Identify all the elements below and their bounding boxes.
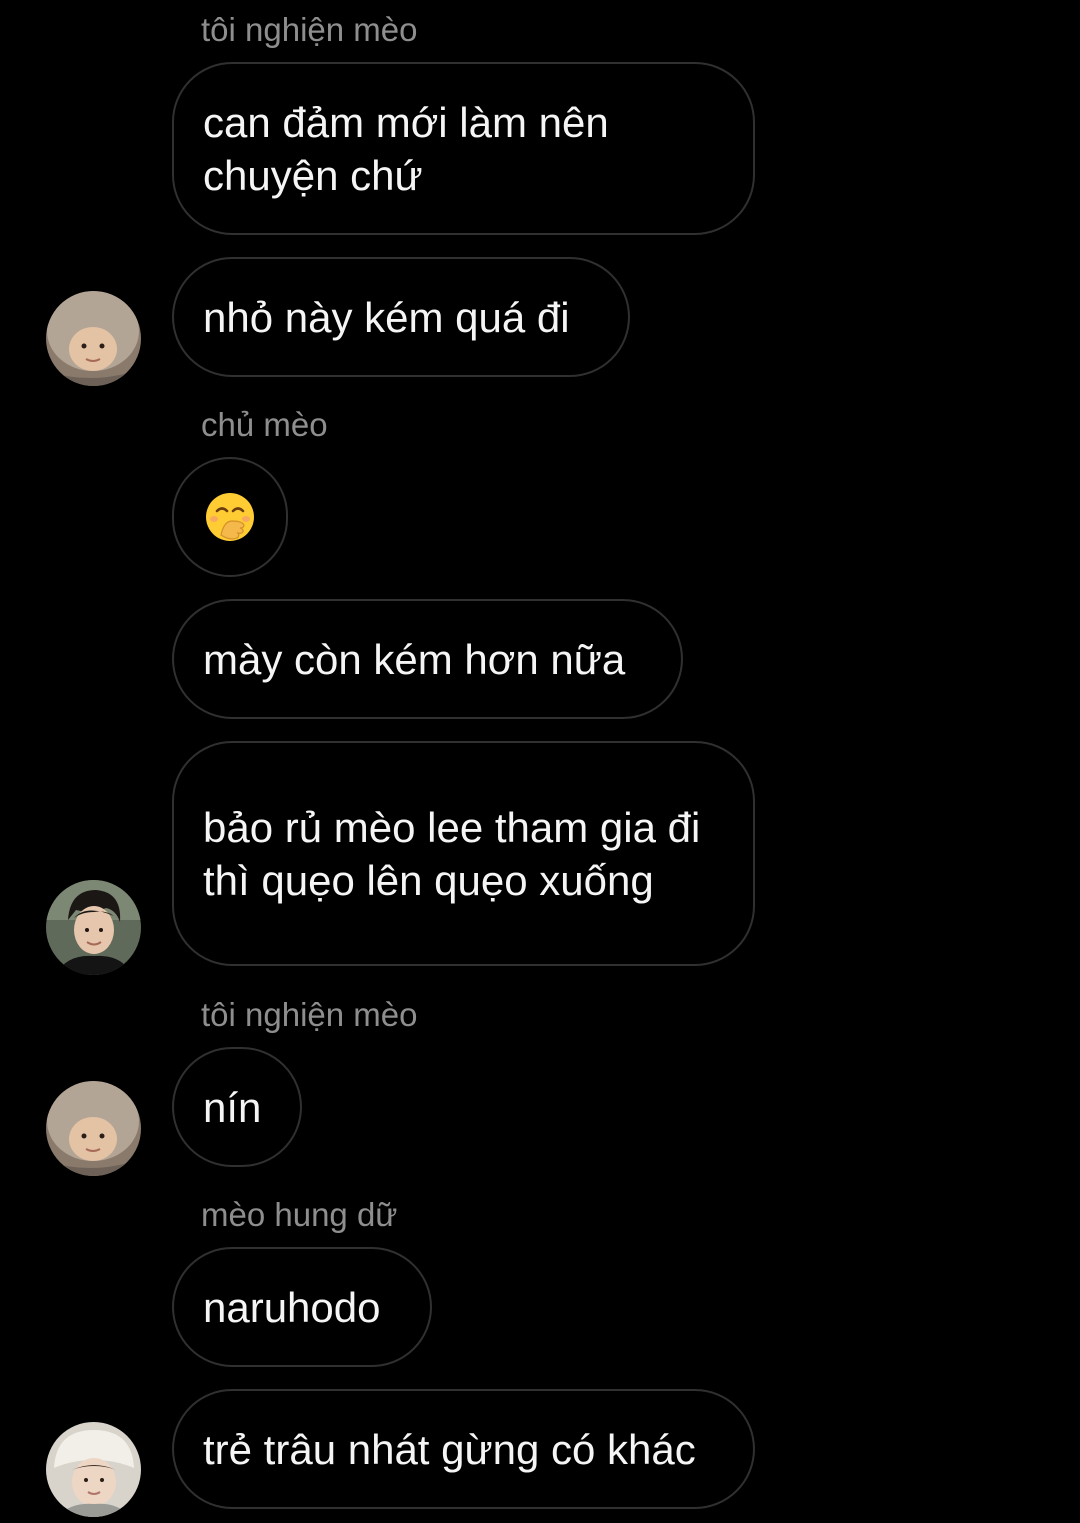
avatar-fur-hood[interactable]	[46, 291, 141, 386]
message-bubble[interactable]: mày còn kém hơn nữa	[172, 599, 683, 719]
sender-name: mèo hung dữ	[201, 1196, 398, 1233]
message-text: bảo rủ mèo lee tham gia đi thì quẹo lên …	[203, 803, 701, 904]
avatar-fur-hood[interactable]	[46, 1081, 141, 1176]
message-text: trẻ trâu nhát gừng có khác	[203, 1425, 696, 1473]
message-text: naruhodo	[203, 1283, 381, 1331]
message-bubble[interactable]: naruhodo	[172, 1247, 432, 1367]
avatar-white-hat[interactable]	[46, 1422, 141, 1517]
message-bubble[interactable]	[172, 457, 288, 577]
hand-over-mouth-emoji	[206, 493, 254, 541]
chat-thread: tôi nghiện mèo can đảm mới làm nên chuyệ…	[0, 0, 1080, 1523]
sender-name: tôi nghiện mèo	[201, 996, 418, 1033]
message-text: nín	[203, 1083, 262, 1131]
message-text: can đảm mới làm nên chuyện chứ	[203, 98, 609, 199]
sender-name: chủ mèo	[201, 406, 328, 443]
message-bubble[interactable]: nín	[172, 1047, 302, 1167]
message-bubble[interactable]: trẻ trâu nhát gừng có khác	[172, 1389, 755, 1509]
message-text: nhỏ này kém quá đi	[203, 293, 570, 341]
message-bubble[interactable]: nhỏ này kém quá đi	[172, 257, 630, 377]
message-bubble[interactable]: bảo rủ mèo lee tham gia đi thì quẹo lên …	[172, 741, 755, 966]
avatar-dark-hair[interactable]	[46, 880, 141, 975]
message-text: mày còn kém hơn nữa	[203, 635, 626, 683]
sender-name: tôi nghiện mèo	[201, 11, 418, 48]
message-bubble[interactable]: can đảm mới làm nên chuyện chứ	[172, 62, 755, 235]
